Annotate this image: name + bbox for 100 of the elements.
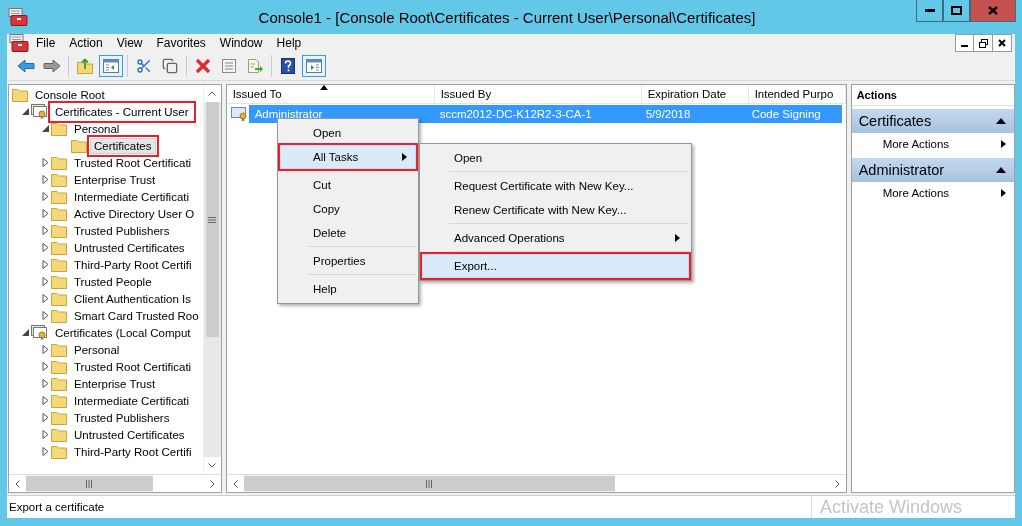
tree-item[interactable]: Certificates — [90, 137, 156, 154]
menu-bar-item[interactable]: Favorites — [149, 36, 213, 50]
collapsed-arrow-icon[interactable] — [40, 430, 50, 439]
action-group-header[interactable]: Administrator — [851, 158, 1014, 182]
tree-item[interactable]: Personal — [70, 341, 124, 358]
collapsed-arrow-icon[interactable] — [40, 175, 50, 184]
column-header[interactable]: Issued By — [434, 85, 642, 103]
action-group-header[interactable]: Certificates — [851, 109, 1014, 133]
collapsed-arrow-icon[interactable] — [40, 345, 50, 354]
menu-bar-item[interactable]: Window — [212, 36, 270, 50]
column-header[interactable]: Expiration Date — [641, 85, 749, 103]
folder-icon — [51, 359, 67, 374]
menu-bar-item[interactable]: View — [109, 36, 150, 50]
tree-item[interactable]: Certificates (Local Comput — [51, 324, 195, 341]
tree-item[interactable]: Trusted Root Certificati — [70, 154, 196, 171]
collapsed-arrow-icon[interactable] — [40, 413, 50, 422]
collapsed-arrow-icon[interactable] — [40, 192, 50, 201]
tree-item[interactable]: Enterprise Trust — [70, 375, 160, 392]
menu-item[interactable]: Request Certificate with New Key... — [422, 174, 689, 198]
expanded-arrow-icon[interactable] — [20, 107, 30, 116]
folder-icon — [51, 223, 67, 238]
tree-item[interactable]: Trusted Publishers — [70, 222, 174, 239]
action-link[interactable]: More Actions — [851, 133, 1014, 155]
menu-item[interactable]: Export... — [422, 254, 689, 278]
folder-icon — [51, 121, 67, 136]
tree-item[interactable]: Console Root — [31, 86, 109, 103]
tree-item[interactable]: Enterprise Trust — [70, 171, 160, 188]
collapsed-arrow-icon[interactable] — [40, 396, 50, 405]
folder-icon — [71, 138, 87, 153]
folder-icon — [51, 206, 67, 221]
close-button[interactable] — [970, 0, 1016, 22]
tree-item[interactable]: Third-Party Root Certifi — [70, 256, 196, 273]
tree-item[interactable]: Active Directory User O — [70, 205, 199, 222]
tree-item[interactable]: Personal — [70, 120, 124, 137]
menu-item[interactable]: Cut — [280, 173, 416, 197]
collapsed-arrow-icon[interactable] — [40, 260, 50, 269]
child-close-button[interactable] — [993, 34, 1012, 52]
collapsed-arrow-icon[interactable] — [40, 311, 50, 320]
tree-item[interactable]: Untrusted Certificates — [70, 426, 189, 443]
collapse-arrow-icon[interactable] — [996, 167, 1006, 173]
menu-item[interactable]: Advanced Operations — [422, 226, 689, 250]
menu-item[interactable]: Copy — [280, 197, 416, 221]
window-title: Console1 - [Console Root\Certificates - Current User\Personal\Certificates] — [257, 8, 757, 26]
menu-item[interactable]: Open — [280, 121, 416, 145]
menu-item[interactable]: Open — [422, 146, 689, 170]
tree-item[interactable]: Client Authentication Is — [70, 290, 195, 307]
menu-bar-item[interactable]: File — [29, 36, 63, 50]
child-restore-button[interactable] — [974, 34, 993, 52]
tree-item[interactable]: Trusted Root Certificati — [70, 358, 196, 375]
menu-item[interactable]: Properties — [280, 249, 416, 273]
tree-item[interactable]: Third-Party Root Certifi — [70, 443, 196, 460]
column-header[interactable]: Issued To — [226, 85, 435, 103]
tree-item[interactable]: Trusted Publishers — [70, 409, 174, 426]
certificate-store-icon — [31, 325, 48, 340]
horizontal-scrollbar[interactable] — [226, 474, 846, 492]
horizontal-scrollbar[interactable] — [9, 474, 221, 492]
menu-bar-item[interactable]: Action — [62, 36, 110, 50]
collapsed-arrow-icon[interactable] — [40, 209, 50, 218]
scroll-left-icon — [15, 479, 20, 488]
tree-item[interactable]: Intermediate Certificati — [70, 188, 194, 205]
scroll-left-icon — [232, 479, 238, 488]
folder-icon — [51, 257, 67, 272]
expanded-arrow-icon[interactable] — [40, 124, 50, 133]
collapsed-arrow-icon[interactable] — [40, 243, 50, 252]
collapse-arrow-icon[interactable] — [996, 118, 1006, 124]
collapsed-arrow-icon[interactable] — [40, 158, 50, 167]
properties-icon — [221, 58, 237, 74]
tree-item[interactable]: Untrusted Certificates — [70, 239, 189, 256]
child-minimize-button[interactable] — [955, 34, 974, 52]
menu-item[interactable]: Delete — [280, 221, 416, 245]
activation-notice: Activate Windows — [811, 496, 1015, 518]
tree-item[interactable]: Smart Card Trusted Roo — [70, 307, 203, 324]
expanded-arrow-icon[interactable] — [20, 328, 30, 337]
scroll-up-icon — [208, 91, 217, 96]
action-group-title: Certificates — [858, 113, 932, 129]
folder-icon — [51, 274, 67, 289]
scroll-right-icon — [834, 479, 840, 488]
folder-icon — [51, 308, 67, 323]
tree-item[interactable]: Certificates - Current User — [51, 103, 193, 120]
menu-bar-item[interactable]: Help — [269, 36, 309, 50]
collapsed-arrow-icon[interactable] — [40, 226, 50, 235]
maximize-icon — [951, 6, 962, 15]
minimize-button[interactable] — [916, 0, 943, 22]
tree-item[interactable]: Trusted People — [70, 273, 156, 290]
action-link[interactable]: More Actions — [851, 182, 1014, 204]
menu-item[interactable]: Renew Certificate with New Key... — [422, 198, 689, 222]
collapsed-arrow-icon[interactable] — [40, 277, 50, 286]
column-header[interactable]: Intended Purpo — [748, 85, 846, 103]
scroll-right-icon — [209, 479, 215, 488]
folder-icon — [12, 87, 28, 102]
menu-item[interactable]: All Tasks — [280, 145, 416, 169]
tree-item[interactable]: Intermediate Certificati — [70, 392, 194, 409]
vertical-scrollbar[interactable] — [202, 85, 221, 474]
collapsed-arrow-icon[interactable] — [40, 447, 50, 456]
menu-item[interactable]: Help — [280, 277, 416, 301]
collapsed-arrow-icon[interactable] — [40, 294, 50, 303]
folder-icon — [51, 291, 67, 306]
maximize-button[interactable] — [943, 0, 970, 22]
collapsed-arrow-icon[interactable] — [40, 379, 50, 388]
collapsed-arrow-icon[interactable] — [40, 362, 50, 371]
